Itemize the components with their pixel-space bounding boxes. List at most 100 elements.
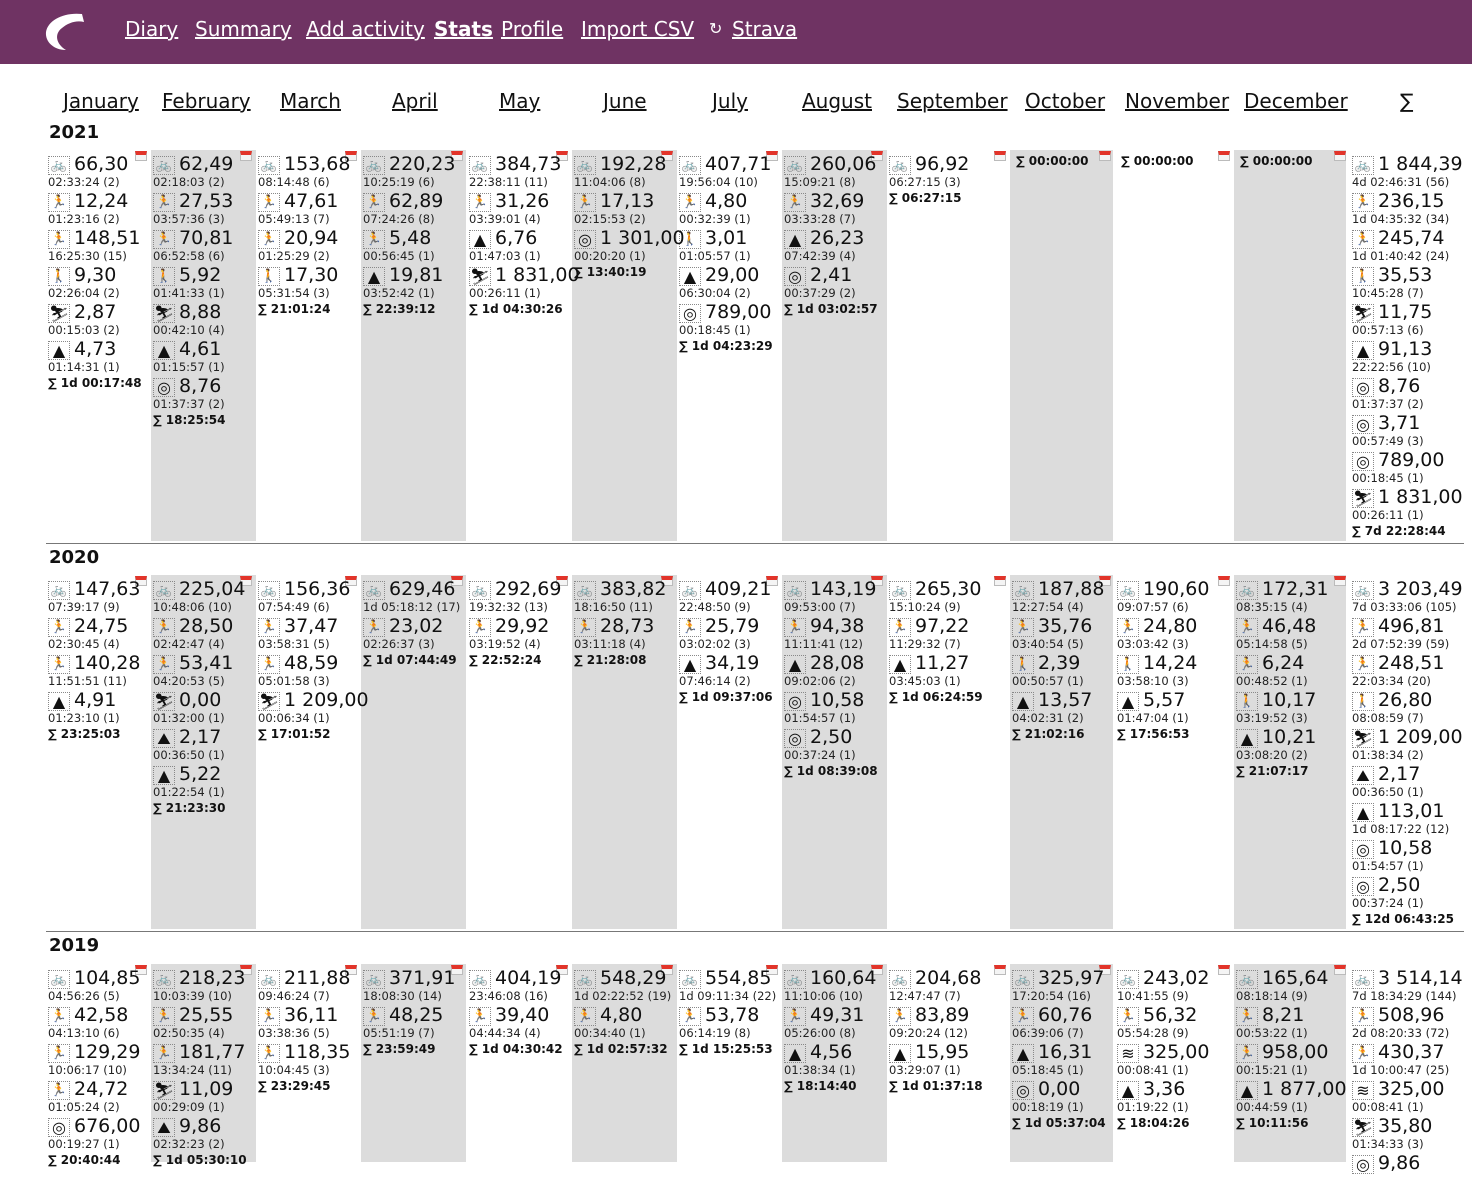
- month-header-july[interactable]: July: [712, 89, 748, 113]
- nav-profile-link[interactable]: Profile: [501, 17, 563, 41]
- activity-entry[interactable]: 🚲 187,88 12:27:54 (4): [1012, 578, 1114, 617]
- activity-entry[interactable]: ▲ 29,00 06:30:04 (2): [679, 264, 781, 303]
- activity-entry[interactable]: 🏃 46,48 05:14:58 (5): [1236, 615, 1338, 654]
- activity-entry[interactable]: ▲ 4,73 01:14:31 (1): [48, 338, 150, 377]
- activity-entry[interactable]: 🏃 958,00 00:15:21 (1): [1236, 1041, 1338, 1080]
- activity-entry[interactable]: 🚶 3,01 01:05:57 (1): [679, 227, 781, 266]
- activity-entry[interactable]: ⛷ 8,88 00:42:10 (4): [153, 301, 255, 340]
- activity-entry[interactable]: ◎ 8,76 01:37:37 (2): [153, 375, 255, 414]
- activity-entry[interactable]: ≋ 325,00 00:08:41 (1): [1352, 1078, 1454, 1117]
- month-header-november[interactable]: November: [1125, 89, 1229, 113]
- activity-entry[interactable]: 🚲 160,64 11:10:06 (10): [784, 967, 886, 1006]
- activity-entry[interactable]: ▲ 4,61 01:15:57 (1): [153, 338, 255, 377]
- activity-entry[interactable]: 🏃 6,24 00:48:52 (1): [1236, 652, 1338, 691]
- activity-entry[interactable]: 🏃 4,80 00:32:39 (1): [679, 190, 781, 229]
- activity-entry[interactable]: 🚲 143,19 09:53:00 (7): [784, 578, 886, 617]
- activity-entry[interactable]: 🏃 83,89 09:20:24 (12): [889, 1004, 991, 1043]
- activity-entry[interactable]: 🏃 48,59 05:01:58 (3): [258, 652, 360, 691]
- activity-entry[interactable]: ◎ 2,50 00:37:24 (1): [1352, 874, 1454, 913]
- activity-entry[interactable]: ⛷ 11,09 00:29:09 (1): [153, 1078, 255, 1117]
- calendar-icon[interactable]: [994, 965, 1006, 975]
- nav-summary-link[interactable]: Summary: [195, 17, 292, 41]
- activity-entry[interactable]: ◎ 8,76 01:37:37 (2): [1352, 375, 1454, 414]
- activity-entry[interactable]: ▲ 4,91 01:23:10 (1): [48, 689, 150, 728]
- calendar-icon[interactable]: [1218, 151, 1230, 161]
- activity-entry[interactable]: 🚲 554,85 1d 09:11:34 (22): [679, 967, 781, 1006]
- activity-entry[interactable]: 🚶 35,53 10:45:28 (7): [1352, 264, 1454, 303]
- activity-entry[interactable]: ⛷ 1 831,00 00:26:11 (1): [469, 264, 580, 303]
- activity-entry[interactable]: 🏃 496,81 2d 07:52:39 (59): [1352, 615, 1454, 654]
- activity-entry[interactable]: 🏃 97,22 11:29:32 (7): [889, 615, 991, 654]
- activity-entry[interactable]: 🏃 4,80 00:34:40 (1): [574, 1004, 676, 1043]
- total-column-header[interactable]: ∑: [1400, 89, 1413, 113]
- activity-entry[interactable]: 🏃 236,15 1d 04:35:32 (34): [1352, 190, 1454, 229]
- activity-entry[interactable]: 🚲 548,29 1d 02:22:52 (19): [574, 967, 676, 1006]
- activity-entry[interactable]: ▲ 15,95 03:29:07 (1): [889, 1041, 991, 1080]
- activity-entry[interactable]: 🚲 190,60 09:07:57 (6): [1117, 578, 1219, 617]
- activity-entry[interactable]: ⛷ 35,80 01:34:33 (3): [1352, 1115, 1454, 1154]
- activity-entry[interactable]: 🚲 147,63 07:39:17 (9): [48, 578, 150, 617]
- month-header-september[interactable]: September: [897, 89, 1008, 113]
- activity-entry[interactable]: 🏃 20,94 01:25:29 (2): [258, 227, 360, 266]
- activity-entry[interactable]: ◎ 676,00 00:19:27 (1): [48, 1115, 150, 1154]
- activity-entry[interactable]: 🏃 36,11 03:38:36 (5): [258, 1004, 360, 1043]
- activity-entry[interactable]: ⛰ 2,17 00:36:50 (1): [1352, 763, 1454, 802]
- activity-entry[interactable]: ≋ 325,00 00:08:41 (1): [1117, 1041, 1219, 1080]
- activity-entry[interactable]: ⛷ 11,75 00:57:13 (6): [1352, 301, 1454, 340]
- activity-entry[interactable]: 🚲 153,68 08:14:48 (6): [258, 153, 360, 192]
- activity-entry[interactable]: 🚲 192,28 11:04:06 (8): [574, 153, 676, 192]
- activity-entry[interactable]: ⛰ 2,17 00:36:50 (1): [153, 726, 255, 765]
- calendar-icon[interactable]: [1218, 576, 1230, 586]
- activity-entry[interactable]: 🚲 211,88 09:46:24 (7): [258, 967, 360, 1006]
- activity-entry[interactable]: ⛷ 1 209,00 00:06:34 (1): [258, 689, 369, 728]
- activity-entry[interactable]: 🏃 248,51 22:03:34 (20): [1352, 652, 1454, 691]
- activity-entry[interactable]: 🚲 407,71 19:56:04 (10): [679, 153, 781, 192]
- activity-entry[interactable]: 🏃 12,24 01:23:16 (2): [48, 190, 150, 229]
- month-header-march[interactable]: March: [280, 89, 341, 113]
- activity-entry[interactable]: 🚶 5,92 01:41:33 (1): [153, 264, 255, 303]
- activity-entry[interactable]: ▲ 34,19 07:46:14 (2): [679, 652, 781, 691]
- activity-entry[interactable]: 🏃 56,32 05:54:28 (9): [1117, 1004, 1219, 1043]
- activity-entry[interactable]: ⛷ 1 831,00 00:26:11 (1): [1352, 486, 1463, 525]
- activity-entry[interactable]: 🚲 260,06 15:09:21 (8): [784, 153, 886, 192]
- activity-entry[interactable]: ▲ 13,57 04:02:31 (2): [1012, 689, 1114, 728]
- activity-entry[interactable]: ◎ 789,00 00:18:45 (1): [1352, 449, 1454, 488]
- activity-entry[interactable]: 🚲 225,04 10:48:06 (10): [153, 578, 255, 617]
- calendar-icon[interactable]: [994, 576, 1006, 586]
- activity-entry[interactable]: 🚲 96,92 06:27:15 (3): [889, 153, 991, 192]
- activity-entry[interactable]: ▲ 19,81 03:52:42 (1): [363, 264, 465, 303]
- activity-entry[interactable]: 🏃 25,55 02:50:35 (4): [153, 1004, 255, 1043]
- activity-entry[interactable]: ▲ 1 877,00 00:44:59 (1): [1236, 1078, 1347, 1117]
- activity-entry[interactable]: 🏃 24,75 02:30:45 (4): [48, 615, 150, 654]
- activity-entry[interactable]: 🏃 140,28 11:51:51 (11): [48, 652, 150, 691]
- activity-entry[interactable]: ◎ 789,00 00:18:45 (1): [679, 301, 781, 340]
- month-header-october[interactable]: October: [1025, 89, 1105, 113]
- activity-entry[interactable]: 🏃 28,50 02:42:47 (4): [153, 615, 255, 654]
- activity-entry[interactable]: ⛰ 9,86 02:32:23 (2): [153, 1115, 255, 1154]
- activity-entry[interactable]: 🚶 14,24 03:58:10 (3): [1117, 652, 1219, 691]
- calendar-icon[interactable]: [994, 151, 1006, 161]
- activity-entry[interactable]: ▲ 113,01 1d 08:17:22 (12): [1352, 800, 1454, 839]
- nav-add-activity-link[interactable]: Add activity: [306, 17, 425, 41]
- activity-entry[interactable]: 🏃 118,35 10:04:45 (3): [258, 1041, 360, 1080]
- activity-entry[interactable]: ▲ 6,76 01:47:03 (1): [469, 227, 571, 266]
- activity-entry[interactable]: ◎ 0,00 00:18:19 (1): [1012, 1078, 1114, 1117]
- activity-entry[interactable]: 🏃 181,77 13:34:24 (11): [153, 1041, 255, 1080]
- activity-entry[interactable]: 🚲 292,69 19:32:32 (13): [469, 578, 571, 617]
- activity-entry[interactable]: 🚲 404,19 23:46:08 (16): [469, 967, 571, 1006]
- activity-entry[interactable]: 🏃 60,76 06:39:06 (7): [1012, 1004, 1114, 1043]
- activity-entry[interactable]: 🚶 17,30 05:31:54 (3): [258, 264, 360, 303]
- activity-entry[interactable]: 🏃 29,92 03:19:52 (4): [469, 615, 571, 654]
- activity-entry[interactable]: 🚲 243,02 10:41:55 (9): [1117, 967, 1219, 1006]
- activity-entry[interactable]: 🏃 70,81 06:52:58 (6): [153, 227, 255, 266]
- activity-entry[interactable]: 🚲 172,31 08:35:15 (4): [1236, 578, 1338, 617]
- activity-entry[interactable]: ◎ 2,50 00:37:24 (1): [784, 726, 886, 765]
- activity-entry[interactable]: 🏃 42,58 04:13:10 (6): [48, 1004, 150, 1043]
- month-header-june[interactable]: June: [603, 89, 647, 113]
- activity-entry[interactable]: ◎ 10,58 01:54:57 (1): [784, 689, 886, 728]
- activity-entry[interactable]: 🏃 39,40 04:44:34 (4): [469, 1004, 571, 1043]
- month-header-may[interactable]: May: [499, 89, 540, 113]
- activity-entry[interactable]: ▲ 16,31 05:18:45 (1): [1012, 1041, 1114, 1080]
- activity-entry[interactable]: 🚶 26,80 08:08:59 (7): [1352, 689, 1454, 728]
- activity-entry[interactable]: ▲ 3,36 01:19:22 (1): [1117, 1078, 1219, 1117]
